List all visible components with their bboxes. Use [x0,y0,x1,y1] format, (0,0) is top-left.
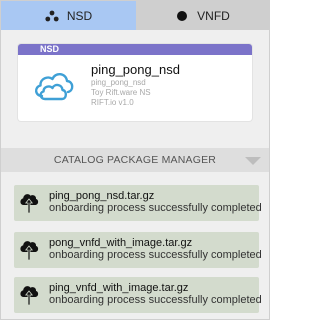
cloud-icon [32,66,76,104]
catalog-package-manager-title: CATALOG PACKAGE MANAGER [53,154,217,166]
catalog-package-manager-header[interactable]: CATALOG PACKAGE MANAGER [1,148,269,172]
nsd-card-body: ping_pong_nsd ping_pong_nsd Toy Rift.war… [91,62,180,108]
nsd-card-line: ping_pong_nsd [91,78,146,87]
package-status: onboarding process successfully complete… [49,202,262,214]
package-name: ping_pong_nsd.tar.gz [49,190,155,202]
tab-vnfd[interactable]: VNFD [136,1,269,30]
package-item: ping_vnfd_with_image.tar.gz onboarding p… [14,277,262,313]
app-frame: NSD VNFD NSD ping_pong_nsd ping_pong_nsd… [0,0,270,320]
tab-nsd[interactable]: NSD [1,1,136,30]
package-item: ping_pong_nsd.tar.gz onboarding process … [14,185,262,221]
tab-vnfd-label: VNFD [197,8,230,23]
package-status: onboarding process successfully complete… [49,294,262,306]
triangle-down-icon[interactable] [245,157,261,165]
nsd-card-line: Toy Rift.ware NS [91,88,151,97]
nsd-card-title: ping_pong_nsd [91,62,180,77]
nsd-card-band: NSD [18,44,252,55]
descriptor-tabs: NSD VNFD [1,1,269,30]
upload-cloud-icon [19,238,39,262]
upload-cloud-icon [19,283,39,307]
filled-circle-icon [175,9,189,23]
package-name: ping_vnfd_with_image.tar.gz [49,282,189,294]
package-name: pong_vnfd_with_image.tar.gz [49,237,193,249]
network-nodes-icon [45,9,59,23]
upload-cloud-icon [19,191,39,215]
nsd-card[interactable]: NSD ping_pong_nsd ping_pong_nsd Toy Rift… [18,44,252,121]
package-status: onboarding process successfully complete… [49,249,262,261]
nsd-catalog-area: NSD ping_pong_nsd ping_pong_nsd Toy Rift… [1,30,269,148]
tab-nsd-label: NSD [66,8,93,23]
package-item: pong_vnfd_with_image.tar.gz onboarding p… [14,232,262,268]
nsd-card-line: RIFT.io v1.0 [91,98,134,107]
